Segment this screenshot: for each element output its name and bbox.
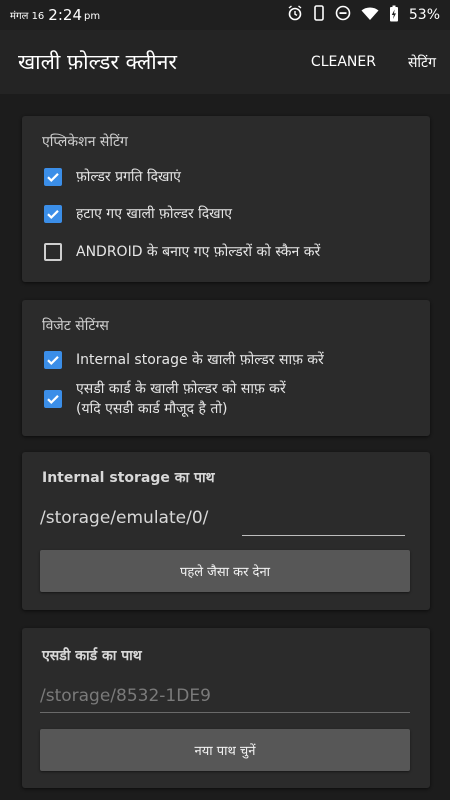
widget-settings-heading: विजेट सेटिंग्स [42, 318, 109, 334]
setting-show-folder-progress[interactable]: फ़ोल्डर प्रगति दिखाएं [44, 168, 181, 187]
internal-path-card: Internal storage का पाथ /storage/emulate… [22, 452, 430, 610]
check-icon [47, 395, 59, 405]
input-underline [40, 712, 410, 713]
setting-show-deleted-folders[interactable]: हटाए गए खाली फ़ोल्डर दिखाए [44, 205, 232, 224]
app-settings-heading: एप्लिकेशन सेटिंग [42, 134, 128, 150]
cleaner-button[interactable]: CLEANER [311, 54, 376, 70]
sdcard-path-card: एसडी कार्ड का पाथ /storage/8532-1DE9 नया… [22, 628, 430, 788]
battery-charging-icon [389, 5, 399, 26]
checkbox-unchecked[interactable] [44, 243, 62, 261]
check-icon [47, 210, 59, 220]
app-settings-card: एप्लिकेशन सेटिंग फ़ोल्डर प्रगति दिखाएं ह… [22, 116, 430, 282]
setting-label-line1: एसडी कार्ड के खाली फ़ोल्डर को साफ़ करें [76, 381, 286, 397]
settings-button[interactable]: सेटिंग [408, 53, 436, 72]
internal-path-prefix: /storage/emulate/0/ [40, 508, 209, 528]
app-bar: खाली फ़ोल्डर क्लीनर CLEANER सेटिंग [0, 30, 450, 94]
wifi-icon [361, 6, 379, 25]
status-time: 2:24 [48, 6, 82, 24]
internal-path-label: Internal storage का पाथ [42, 470, 215, 486]
setting-scan-android-folders[interactable]: ANDROID के बनाए गए फ़ोल्डरों को स्कैन कर… [44, 243, 320, 262]
setting-label-multiline: एसडी कार्ड के खाली फ़ोल्डर को साफ़ करें … [76, 379, 286, 419]
check-icon [47, 356, 59, 366]
status-ampm: pm [83, 11, 101, 22]
status-bar: मंगल 16 2:24 pm 53% [0, 0, 450, 30]
sdcard-path-input[interactable]: /storage/8532-1DE9 [40, 684, 410, 714]
checkbox-checked[interactable] [44, 351, 62, 369]
setting-clean-sdcard[interactable]: एसडी कार्ड के खाली फ़ोल्डर को साफ़ करें … [44, 380, 286, 419]
setting-label: फ़ोल्डर प्रगति दिखाएं [76, 169, 181, 185]
setting-label: ANDROID के बनाए गए फ़ोल्डरों को स्कैन कर… [76, 244, 321, 260]
choose-new-path-button[interactable]: नया पाथ चुनें [40, 729, 410, 771]
checkbox-checked[interactable] [44, 390, 62, 408]
battery-percent: 53% [408, 7, 440, 23]
checkbox-checked[interactable] [44, 168, 62, 186]
alarm-icon [287, 5, 303, 25]
input-underline [242, 535, 405, 536]
sdcard-path-label: एसडी कार्ड का पाथ [42, 648, 142, 664]
app-title: खाली फ़ोल्डर क्लीनर [18, 50, 177, 74]
widget-settings-card: विजेट सेटिंग्स Internal storage के खाली … [22, 300, 430, 436]
phone-vibrate-icon [313, 5, 325, 25]
setting-label-line2: (यदि एसडी कार्ड मौजूद है तो) [76, 401, 228, 417]
setting-clean-internal[interactable]: Internal storage के खाली फ़ोल्डर साफ़ कर… [44, 351, 324, 370]
internal-path-input[interactable] [242, 506, 405, 536]
checkbox-checked[interactable] [44, 205, 62, 223]
check-icon [47, 173, 59, 183]
reset-path-button[interactable]: पहले जैसा कर देना [40, 550, 410, 592]
sdcard-path-placeholder: /storage/8532-1DE9 [40, 686, 211, 706]
setting-label: हटाए गए खाली फ़ोल्डर दिखाए [76, 206, 232, 222]
dnd-icon [335, 5, 351, 25]
status-date: मंगल 16 [10, 11, 45, 22]
setting-label: Internal storage के खाली फ़ोल्डर साफ़ कर… [76, 352, 324, 368]
